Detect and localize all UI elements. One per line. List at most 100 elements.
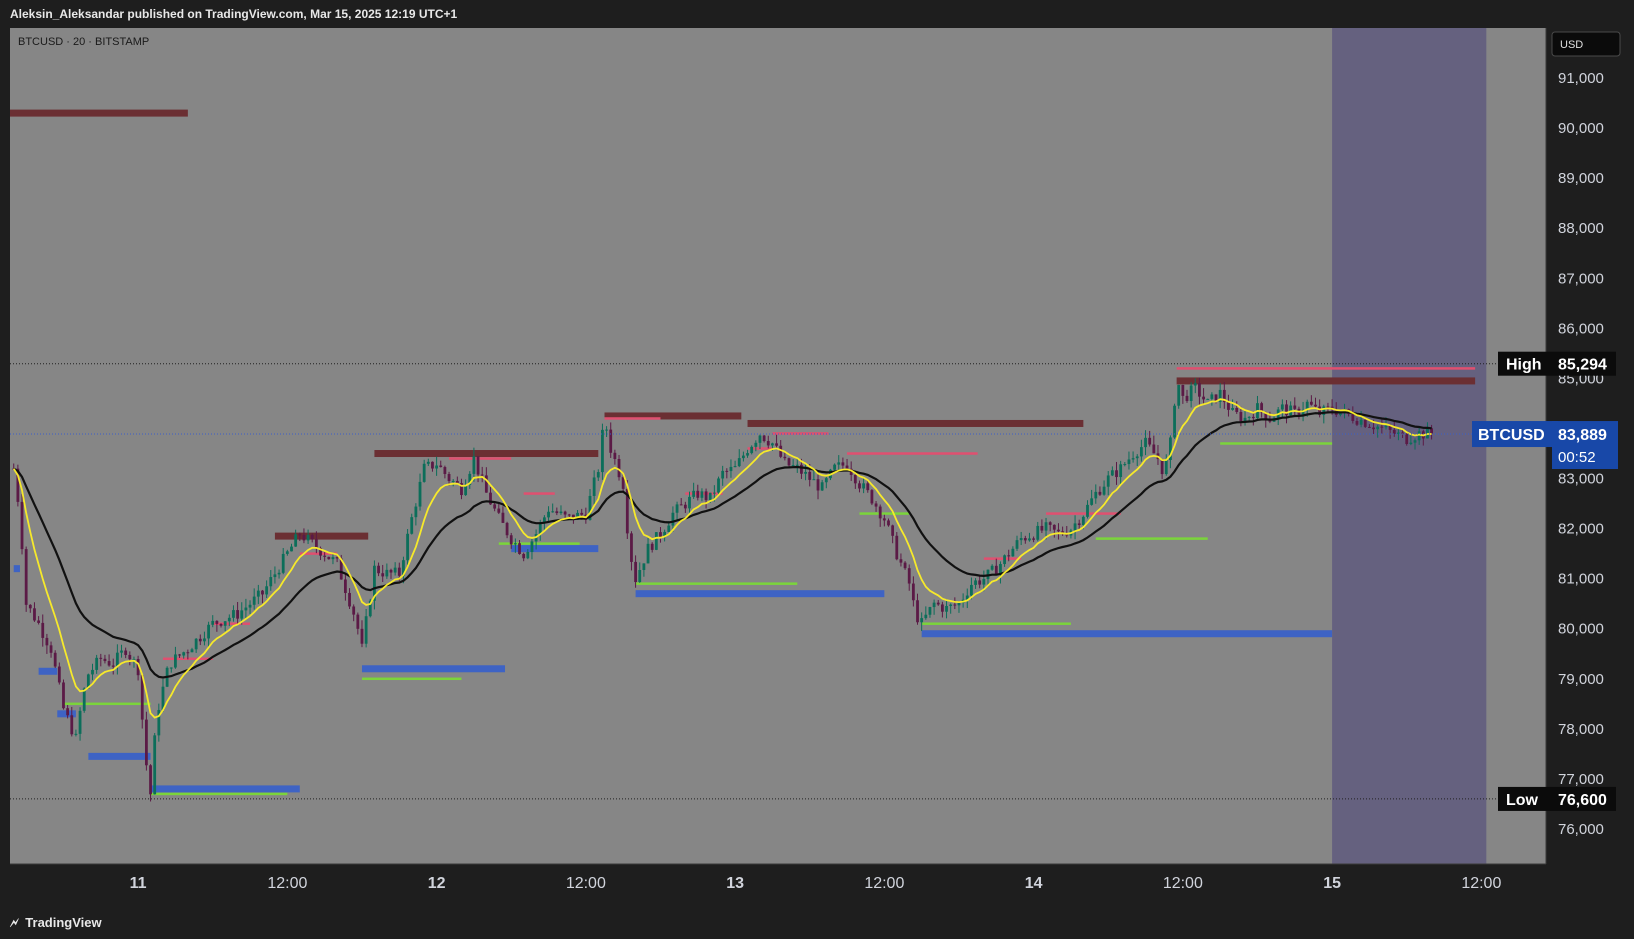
candle-body	[787, 458, 791, 466]
candle-body	[1326, 406, 1330, 408]
candle-body	[1189, 385, 1193, 401]
candle-body	[120, 650, 123, 653]
candle-body	[281, 553, 285, 573]
candle-body	[783, 456, 787, 459]
candle-body	[671, 512, 675, 526]
candle-body	[837, 462, 841, 465]
green-level-line	[1095, 537, 1208, 540]
candle-body	[472, 456, 476, 474]
candle-body	[240, 610, 244, 619]
candle-body	[476, 456, 480, 475]
candle-body	[551, 511, 555, 513]
candle-body	[62, 682, 65, 709]
candle-body	[758, 435, 762, 443]
candle-body	[190, 649, 194, 653]
candle-body	[505, 522, 509, 536]
candle-body	[1028, 538, 1031, 541]
candle-body	[343, 579, 347, 593]
candle-body	[389, 569, 393, 573]
candle-body	[377, 565, 380, 574]
candle-body	[899, 559, 903, 563]
candle-body	[741, 455, 745, 459]
candle-body	[833, 464, 836, 470]
candle-body	[182, 652, 186, 656]
candle-body	[824, 478, 828, 483]
candle-body	[1363, 419, 1367, 427]
candle-body	[484, 475, 488, 493]
candle-body	[285, 551, 289, 554]
candle-body	[1048, 522, 1052, 525]
price-chart[interactable]: 76,000 77,000 78,000 79,000 80,000 81,000 82,0…	[0, 0, 1634, 906]
candle-body	[928, 607, 932, 615]
candle-body	[306, 534, 310, 541]
candle-body	[1413, 440, 1417, 443]
plot-area[interactable]	[10, 28, 1546, 864]
candle-body	[352, 606, 356, 615]
chart-container[interactable]: 76,000 77,000 78,000 79,000 80,000 81,000 82,0…	[0, 0, 1634, 911]
price-tick-label: 81,000	[1558, 571, 1604, 588]
time-tick-label: 14	[1025, 875, 1043, 892]
candle-body	[646, 543, 650, 564]
candle-body	[1384, 425, 1388, 428]
candle-body	[642, 563, 646, 570]
candle-body	[497, 508, 501, 513]
candle-body	[1392, 429, 1396, 434]
candle-body	[920, 618, 924, 623]
candle-body	[252, 596, 256, 605]
high-price-label-title: High	[1506, 357, 1542, 374]
last-price-value: 83,889	[1558, 427, 1607, 444]
candle-body	[406, 533, 409, 561]
candle-body	[891, 525, 895, 536]
candle-body	[1019, 538, 1023, 541]
footer: 🗲 TradingView	[0, 906, 1634, 939]
candle-body	[654, 532, 658, 550]
candle-body	[1139, 447, 1143, 457]
tradingview-logo-icon: 🗲	[10, 915, 19, 930]
candle-body	[1164, 460, 1168, 475]
candle-body	[800, 464, 803, 474]
candle-body	[982, 579, 986, 585]
candle-body	[1239, 411, 1243, 422]
candle-body	[766, 441, 770, 446]
currency-button[interactable]: USD	[1551, 31, 1621, 57]
candle-body	[613, 452, 617, 460]
candle-body	[816, 479, 820, 491]
low-price-label-title: Low	[1506, 792, 1539, 809]
candle-body	[20, 501, 24, 550]
green-level-line	[150, 792, 288, 796]
candle-body	[207, 624, 210, 639]
time-tick-label: 15	[1323, 875, 1341, 892]
price-tick-label: 91,000	[1558, 70, 1604, 87]
time-axis[interactable]	[10, 864, 1546, 906]
resistance-zone	[10, 109, 188, 117]
green-level-line	[635, 582, 798, 585]
candle-body	[771, 443, 774, 446]
candle-body	[559, 511, 563, 514]
candle-body	[439, 465, 443, 468]
candle-body	[186, 652, 190, 654]
candle-body	[124, 650, 128, 655]
green-level-line	[361, 677, 462, 681]
candle-body	[1198, 383, 1201, 397]
candle-body	[555, 511, 559, 514]
candle-body	[45, 637, 49, 646]
candle-body	[858, 483, 861, 489]
candle-body	[1127, 459, 1131, 465]
support-zone	[13, 565, 20, 573]
candle-body	[725, 470, 729, 472]
time-tick-label: 13	[726, 875, 744, 892]
brand-name: TradingView	[25, 915, 102, 930]
green-level-line	[1220, 442, 1333, 445]
candle-body	[91, 669, 94, 675]
candle-body	[149, 765, 152, 795]
candle-body	[1148, 437, 1152, 445]
candle-body	[1251, 416, 1255, 419]
candle-body	[360, 628, 364, 644]
candle-body	[37, 620, 41, 623]
candle-body	[1235, 407, 1239, 412]
candle-body	[1293, 405, 1297, 409]
resistance-zone	[1176, 377, 1476, 385]
pink-level-line	[847, 452, 978, 455]
candle-body	[704, 491, 708, 501]
candle-body	[733, 466, 737, 468]
